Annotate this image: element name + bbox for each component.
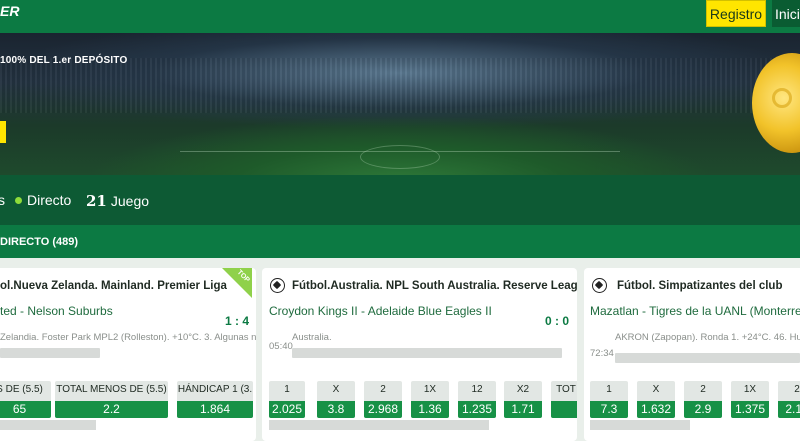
match-teams[interactable]: ted - Nelson Suburbs: [0, 304, 113, 318]
odd-label: TOT: [556, 384, 576, 395]
match-card[interactable]: TOP ol.Nueva Zelanda. Mainland. Premier …: [0, 268, 256, 441]
top-bar: ER Registro Inicia: [0, 0, 800, 33]
match-time: 72:34: [590, 348, 614, 359]
odd-label: 1: [606, 384, 612, 395]
live-dot-icon: [15, 197, 22, 204]
odd-button[interactable]: 1X 1.36: [411, 381, 449, 418]
league-title[interactable]: ol.Nueva Zelanda. Mainland. Premier Liga: [0, 280, 227, 292]
match-card[interactable]: Fútbol.Australia. NPL South Australia. R…: [262, 268, 577, 441]
odd-value: 1.235: [458, 401, 496, 418]
football-icon: [270, 278, 285, 293]
match-info: Australia.: [292, 332, 332, 343]
odd-value: 7.3: [590, 401, 628, 418]
match-score: 1 : 4: [225, 314, 250, 328]
banner-crowd-image: [0, 58, 800, 113]
odd-label: X2: [516, 384, 530, 395]
odd-value: 2.2: [55, 401, 168, 418]
section-title: DIRECTO (489): [0, 236, 79, 248]
info-scrollbar[interactable]: [615, 353, 800, 363]
odd-button[interactable]: TOTAL MENOS DE (5.5) 2.2: [55, 381, 168, 418]
nav-item-label: Directo: [27, 192, 72, 208]
odd-button[interactable]: 2 2.9: [684, 381, 722, 418]
info-scrollbar[interactable]: [0, 348, 100, 358]
league-title[interactable]: Fútbol.Australia. NPL South Australia. R…: [292, 280, 577, 292]
odd-label: X: [652, 384, 660, 395]
odd-label: 2: [700, 384, 706, 395]
live-section-header[interactable]: DIRECTO (489): [0, 225, 800, 258]
match-info: AKRON (Zapopan). Ronda 1. +24°C. 46. Hum…: [615, 332, 800, 343]
nav-item-label: s: [0, 192, 5, 208]
odd-label: 1X: [743, 384, 757, 395]
odd-label: 2: [794, 384, 800, 395]
match-time: 05:40: [269, 341, 293, 352]
odd-value: 1.632: [637, 401, 675, 418]
nav-item-juego[interactable]: 21 Juego: [86, 192, 149, 210]
odd-value: 2.968: [364, 401, 402, 418]
match-info: Zelandia. Foster Park MPL2 (Rolleston). …: [0, 332, 256, 343]
match-score: 0 : 0: [545, 314, 570, 328]
login-button[interactable]: Inicia: [772, 0, 800, 27]
odd-value: 1.375: [731, 401, 769, 418]
odds-scrollbar[interactable]: [0, 420, 96, 430]
nav-item-label: Juego: [110, 193, 150, 209]
odd-button[interactable]: 1 2.025: [269, 381, 305, 418]
odd-label: HÁNDICAP 1 (3.: [177, 384, 253, 395]
odd-value: 1.36: [411, 401, 449, 418]
main-nav: s Directo 21 Juego: [0, 175, 800, 225]
match-card[interactable]: Fútbol. Simpatizantes del club Mazatlan …: [584, 268, 800, 441]
odd-label: S DE (5.5): [0, 384, 43, 395]
blackjack-icon: 21: [86, 192, 107, 210]
league-title[interactable]: Fútbol. Simpatizantes del club: [617, 280, 783, 292]
odd-button[interactable]: X2 1.71: [504, 381, 542, 418]
odd-value: 1.864: [177, 401, 253, 418]
odd-value: 65: [0, 401, 51, 418]
odd-label: 1: [284, 384, 290, 395]
banner-pitch-circle: [360, 145, 440, 169]
promo-banner[interactable]: 100% DEL 1.er DEPÓSITO: [0, 33, 800, 175]
nav-item-directo[interactable]: Directo: [15, 192, 71, 208]
odd-button[interactable]: 1 7.3: [590, 381, 628, 418]
odd-value: 2.025: [269, 401, 305, 418]
match-teams[interactable]: Mazatlan - Tigres de la UANL (Monterrey): [590, 304, 800, 318]
odd-value: 2.12: [778, 401, 800, 418]
odd-button[interactable]: X 1.632: [637, 381, 675, 418]
odd-label: 12: [471, 384, 483, 395]
nav-item-partial[interactable]: s: [0, 192, 5, 208]
odd-button[interactable]: 2 2.12: [778, 381, 800, 418]
odd-button[interactable]: 12 1.235: [458, 381, 496, 418]
odd-label: 1X: [423, 384, 437, 395]
odd-label: X: [332, 384, 340, 395]
odds-scrollbar[interactable]: [269, 420, 489, 430]
info-scrollbar[interactable]: [292, 348, 562, 358]
odd-button[interactable]: 2 2.968: [364, 381, 402, 418]
odd-button[interactable]: S DE (5.5) 65: [0, 381, 51, 418]
register-button[interactable]: Registro: [706, 0, 766, 27]
odd-label: 2: [380, 384, 386, 395]
football-icon: [592, 278, 607, 293]
odds-scrollbar[interactable]: [590, 420, 690, 430]
coin-emblem: [772, 88, 792, 108]
odd-value: 2.9: [684, 401, 722, 418]
brand-logo[interactable]: ER: [0, 3, 19, 19]
odd-button[interactable]: X 3.8: [317, 381, 355, 418]
odd-label: TOTAL MENOS DE (5.5): [56, 384, 167, 395]
promo-headline: 100% DEL 1.er DEPÓSITO: [0, 55, 128, 66]
promo-cta-button[interactable]: [0, 121, 6, 143]
odd-value: 3.8: [317, 401, 355, 418]
odd-button[interactable]: HÁNDICAP 1 (3. 1.864: [177, 381, 253, 418]
odd-button[interactable]: 1X 1.375: [731, 381, 769, 418]
odd-value: [551, 401, 577, 418]
odd-value: 1.71: [504, 401, 542, 418]
match-teams[interactable]: Croydon Kings II - Adelaide Blue Eagles …: [269, 304, 492, 318]
odd-button[interactable]: TOT: [551, 381, 577, 418]
